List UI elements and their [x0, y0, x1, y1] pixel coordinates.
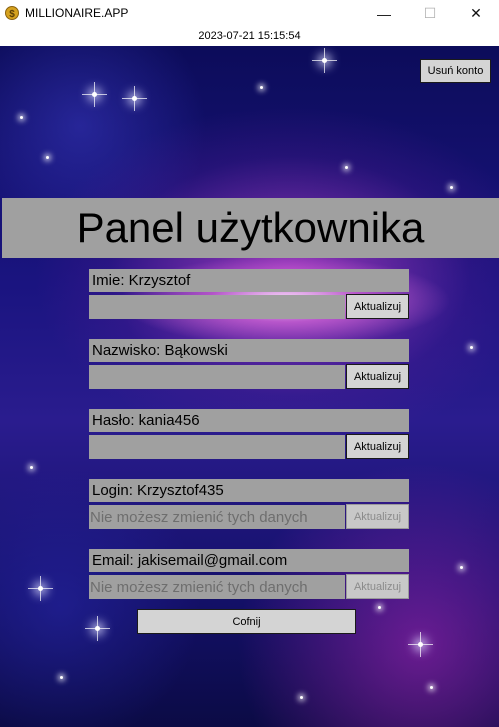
update-email-button: Aktualizuj: [346, 574, 409, 599]
star-sparkle: [470, 346, 473, 349]
star-sparkle: [378, 606, 381, 609]
star-sparkle: [460, 566, 463, 569]
email-input: [89, 575, 345, 599]
star-sparkle: [82, 82, 107, 107]
star-sparkle: [450, 186, 453, 189]
page-title: Panel użytkownika: [2, 198, 499, 258]
update-last-name-button[interactable]: Aktualizuj: [346, 364, 409, 389]
star-sparkle: [60, 676, 63, 679]
dollar-coin-icon: $: [5, 6, 19, 20]
password-label: Hasło: kania456: [89, 409, 409, 432]
password-input[interactable]: [89, 435, 345, 459]
star-sparkle: [312, 48, 337, 73]
first-name-input[interactable]: [89, 295, 345, 319]
last-name-label: Nazwisko: Bąkowski: [89, 339, 409, 362]
close-button[interactable]: ✕: [453, 0, 499, 27]
svg-text:$: $: [9, 9, 15, 20]
star-sparkle: [46, 156, 49, 159]
star-sparkle: [260, 86, 263, 89]
login-input: [89, 505, 345, 529]
datetime-label: 2023-07-21 15:15:54: [0, 27, 499, 46]
login-label: Login: Krzysztof435: [89, 479, 409, 502]
star-sparkle: [20, 116, 23, 119]
last-name-input[interactable]: [89, 365, 345, 389]
delete-account-button[interactable]: Usuń konto: [420, 59, 491, 83]
back-button[interactable]: Cofnij: [137, 609, 356, 634]
window-titlebar: $ MILLIONAIRE.APP — ☐ ✕: [0, 0, 499, 28]
update-password-button[interactable]: Aktualizuj: [346, 434, 409, 459]
update-first-name-button[interactable]: Aktualizuj: [346, 294, 409, 319]
star-sparkle: [408, 632, 433, 657]
star-sparkle: [430, 686, 433, 689]
maximize-button[interactable]: ☐: [407, 0, 453, 27]
minimize-button[interactable]: —: [361, 0, 407, 27]
star-sparkle: [85, 616, 110, 641]
email-label: Email: jakisemail@gmail.com: [89, 549, 409, 572]
first-name-label: Imie: Krzysztof: [89, 269, 409, 292]
star-sparkle: [28, 576, 53, 601]
star-sparkle: [122, 86, 147, 111]
window-title: MILLIONAIRE.APP: [25, 6, 129, 20]
update-login-button: Aktualizuj: [346, 504, 409, 529]
star-sparkle: [30, 466, 33, 469]
star-sparkle: [345, 166, 348, 169]
star-sparkle: [300, 696, 303, 699]
